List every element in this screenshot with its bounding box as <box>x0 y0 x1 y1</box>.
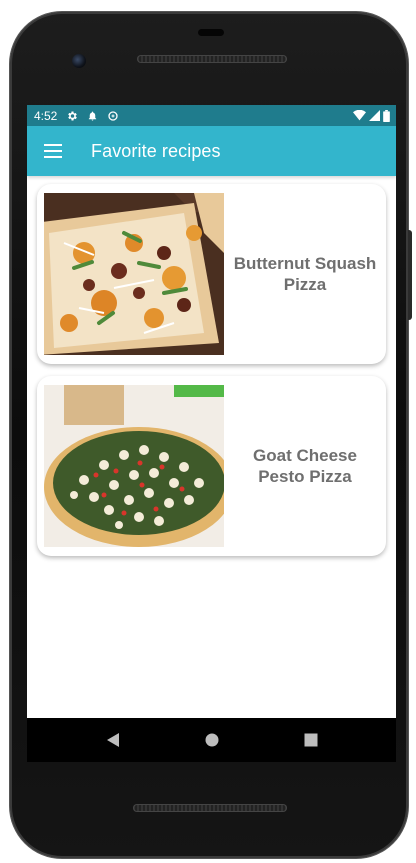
hamburger-menu-icon <box>44 144 62 158</box>
recipe-card[interactable]: Butternut Squash Pizza <box>37 184 386 364</box>
battery-icon <box>383 109 390 122</box>
signal-icon <box>369 110 380 121</box>
bell-icon <box>89 111 97 121</box>
recents-icon[interactable] <box>304 733 318 747</box>
earpiece <box>198 29 224 36</box>
recipe-title: Goat Cheese Pesto Pizza <box>253 446 357 486</box>
back-icon[interactable] <box>106 732 120 748</box>
status-bar: 4:52 <box>27 105 396 126</box>
goat-cheese-pesto-pizza-photo <box>44 385 224 547</box>
top-speaker-grille <box>137 55 287 63</box>
navigation-bar <box>27 718 396 762</box>
home-icon[interactable] <box>205 733 219 747</box>
recipe-card[interactable]: Goat Cheese Pesto Pizza <box>37 376 386 556</box>
gear-icon <box>68 111 78 120</box>
page-title: Favorite recipes <box>91 140 221 161</box>
recipe-title: Butternut Squash Pizza <box>233 254 377 294</box>
bottom-speaker-grille <box>133 804 287 812</box>
data-saver-icon <box>108 110 119 121</box>
recipe-list: Butternut Squash Pizza Goat Cheese Pesto… <box>27 176 396 556</box>
app-bar: Favorite recipes <box>27 126 396 176</box>
butternut-squash-pizza-photo <box>44 193 224 355</box>
wifi-icon <box>353 110 366 121</box>
power-button <box>408 230 412 320</box>
status-time: 4:52 <box>34 108 58 123</box>
app-screen: 4:52 Favorite recipes Butternut Squash P… <box>27 105 396 718</box>
front-camera-icon <box>72 54 86 68</box>
menu-button[interactable] <box>27 126 79 176</box>
